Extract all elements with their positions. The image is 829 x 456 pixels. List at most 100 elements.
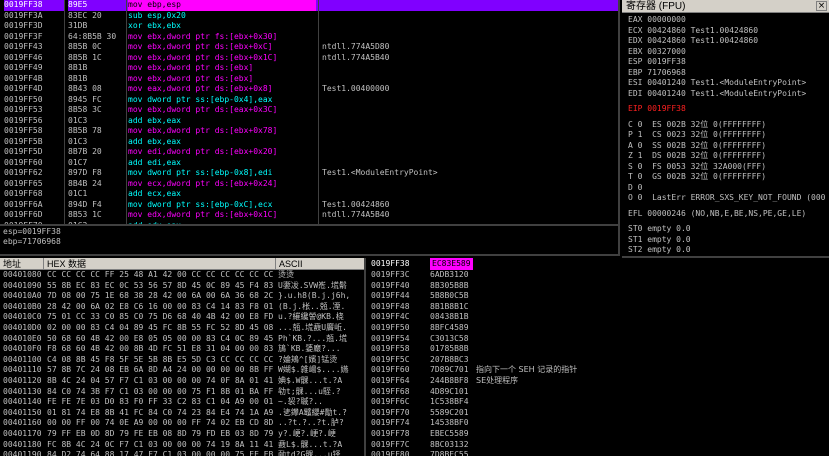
flag-line[interactable]: D 0 [622, 183, 829, 194]
stack-row[interactable]: 0019FF60 7D89C701 指向下一个 SEH 记录的指针 [368, 365, 829, 376]
stack-top-row[interactable]: 0019FF38 EC83E589 [368, 258, 829, 270]
flag-line[interactable]: T 0 GS 002B 32位 0(FFFFFFFF) [622, 172, 829, 183]
flag-line[interactable]: S 0 FS 0053 32位 32A000(FFF) [622, 162, 829, 173]
disasm-address: 0019FF4D [4, 84, 43, 93]
fpu-register[interactable]: ST1 empty 0.0 [622, 235, 829, 246]
stack-row[interactable]: 0019FF68 4D89C101 [368, 387, 829, 398]
register-line[interactable]: ECX 00424860 Test1.00424860 [622, 26, 829, 37]
stack-row[interactable]: 0019FF70 5589C201 [368, 408, 829, 419]
dump-row[interactable]: 004010A0 7D 08 00 75 1E 68 38 28 42 00 6A… [0, 291, 364, 302]
dump-row[interactable]: 00401120 8B 4C 24 04 57 F7 C1 03 00 00 00… [0, 376, 364, 387]
eip-register[interactable]: EIP 0019FF38 [622, 104, 829, 115]
dump-header-hex[interactable]: HEX 数据 [44, 258, 276, 270]
stack-row[interactable]: 0019FF40 8B305B8B [368, 281, 829, 292]
disasm-row[interactable]: 0019FF50 8945 FC mov dword ptr ss:[ebp-0x4… [0, 95, 618, 106]
flag-line[interactable]: O 0 LastErr ERROR_SXS_KEY_NOT_FOUND (000 [622, 193, 829, 204]
fpu-register[interactable]: ST2 empty 0.0 [622, 245, 829, 256]
register-line[interactable]: EBP 71706968 [622, 68, 829, 79]
stack-comment: SE处理程序 [476, 375, 519, 385]
register-line[interactable]: ESP 0019FF38 [622, 57, 829, 68]
close-icon[interactable]: × [816, 1, 827, 11]
dump-row[interactable]: 004010B0 28 42 00 6A 02 E8 C6 16 00 00 83… [0, 302, 364, 313]
efl-register[interactable]: EFL 00000246 (NO,NB,E,BE,NS,PE,GE,LE) [622, 209, 829, 220]
registers-pane[interactable]: 寄存器 (FPU) × EAX 00000000 ECX 00424860 Tes… [622, 0, 829, 258]
dump-row[interactable]: 004010D0 02 00 00 83 C4 04 89 45 FC 8B 55… [0, 323, 364, 334]
disasm-row[interactable]: 0019FF4D 8B43 08 mov eax,dword ptr ds:[ebx… [0, 84, 618, 95]
disasm-row[interactable]: 0019FF56 01C3 add ebx,eax [0, 116, 618, 127]
dump-row[interactable]: 00401090 55 8B EC 83 EC 0C 53 56 57 8D 45… [0, 281, 364, 292]
dump-row[interactable]: 00401190 84 D2 74 64 88 17 47 F7 C1 03 00… [0, 450, 364, 456]
dump-row[interactable]: 004010E0 50 68 60 4B 42 00 E8 05 05 00 00… [0, 334, 364, 345]
disasm-row[interactable]: 0019FF58 8B5B 78 mov ebx,dword ptr ds:[ebx… [0, 126, 618, 137]
disasm-row[interactable]: 0019FF6A 894D F4 mov dword ptr ss:[ebp-0xC… [0, 200, 618, 211]
stack-value: 5B8B0C5B [430, 291, 469, 301]
disasm-row[interactable]: 0019FF5D 8B7B 20 mov edi,dword ptr ds:[ebx… [0, 147, 618, 158]
stack-row[interactable]: 0019FF74 14538BF0 [368, 418, 829, 429]
stack-row[interactable]: 0019FF5C 207B8BC3 [368, 355, 829, 366]
flag-line[interactable]: A 0 SS 002B 32位 0(FFFFFFFF) [622, 141, 829, 152]
disasm-row[interactable]: 0019FF49 8B1B mov ebx,dword ptr ds:[ebx] [0, 63, 618, 74]
disasm-hex: 83EC 20 [68, 10, 102, 20]
register-line[interactable]: EAX 00000000 [622, 15, 829, 26]
memory-dump-pane[interactable]: 地址 HEX 数据 ASCII 00401080 CC CC CC CC FF 2… [0, 258, 366, 456]
dump-row[interactable]: 00401080 CC CC CC CC FF 25 48 A1 42 00 CC… [0, 270, 364, 281]
dump-row[interactable]: 00401160 00 00 FF 00 74 0E A9 00 00 00 FF… [0, 418, 364, 429]
stack-pane[interactable]: 0019FF38 EC83E589 0019FF3C 6ADB3120 0019FF… [368, 258, 829, 456]
stack-row[interactable]: 0019FF6C 1C538BF4 [368, 397, 829, 408]
fpu-register[interactable]: ST0 empty 0.0 [622, 224, 829, 235]
dump-address: 00401180 [3, 439, 42, 449]
stack-row[interactable]: 0019FF3C 6ADB3120 [368, 270, 829, 281]
register-line[interactable]: EBX 00327000 [622, 47, 829, 58]
dump-row[interactable]: 00401100 C4 08 8B 45 F8 5F 5E 5B 8B E5 5D… [0, 355, 364, 366]
dump-row[interactable]: 004010C0 75 01 CC 33 C0 85 C0 75 D6 68 40… [0, 312, 364, 323]
stack-row[interactable]: 0019FF54 C3013C58 [368, 334, 829, 345]
stack-row[interactable]: 0019FF7C 8BC03132 [368, 440, 829, 451]
stack-top-val: EC83E589 [430, 258, 473, 270]
disasm-row[interactable]: 0019FF62 897D F8 mov dword ptr ss:[ebp-0x8… [0, 168, 618, 179]
stack-value: 8BC03132 [430, 439, 469, 449]
dump-hex-bytes: 50 68 60 4B 42 00 E8 05 05 00 00 83 C4 0… [47, 333, 274, 343]
stack-row[interactable]: 0019FF50 8BFC4589 [368, 323, 829, 334]
disasm-hex: 8B5B 0C [68, 42, 102, 51]
disasm-row[interactable]: 0019FF43 8B5B 0C mov ebx,dword ptr ds:[ebx… [0, 42, 618, 53]
stack-row[interactable]: 0019FF78 EBEC5589 [368, 429, 829, 440]
disassembly-pane[interactable]: 0019FF38 89E5 mov ebp,esp 0019FF3A 83EC 20 su… [0, 0, 620, 226]
dump-row[interactable]: 00401150 01 81 74 E8 8B 41 FC 84 C0 74 23… [0, 408, 364, 419]
stack-row[interactable]: 0019FF4C 08438B1B [368, 312, 829, 323]
dump-row[interactable]: 00401180 FC 8B 4C 24 0C F7 C1 03 00 00 00… [0, 440, 364, 451]
register-line[interactable]: ESI 00401240 Test1.<ModuleEntryPoint> [622, 78, 829, 89]
flag-line[interactable]: P 1 CS 0023 32位 0(FFFFFFFF) [622, 130, 829, 141]
dump-row[interactable]: 00401170 79 FF EB 0D 8D 79 FE EB 08 8D 79… [0, 429, 364, 440]
flag-line[interactable]: Z 1 DS 002B 32位 0(FFFFFFFF) [622, 151, 829, 162]
stack-row[interactable]: 0019FF44 5B8B0C5B [368, 291, 829, 302]
disasm-row[interactable]: 0019FF3F 64:8B5B 30 mov ebx,dword ptr fs:[… [0, 32, 618, 43]
register-line[interactable]: EDX 00424860 Test1.00424860 [622, 36, 829, 47]
stack-row[interactable]: 0019FF64 244B8BF8 SE处理程序 [368, 376, 829, 387]
disasm-address: 0019FF46 [4, 52, 43, 62]
dump-row[interactable]: 004010F0 F8 68 60 4B 42 00 8B 4D FC 51 E8… [0, 344, 364, 355]
dump-header-ascii[interactable]: ASCII [276, 258, 364, 270]
disasm-address: 0019FF58 [4, 126, 43, 135]
register-line[interactable]: EDI 00401240 Test1.<ModuleEntryPoint> [622, 89, 829, 100]
disasm-row[interactable]: 0019FF53 8B58 3C mov ebx,dword ptr ds:[eax… [0, 105, 618, 116]
disasm-row[interactable]: 0019FF3A 83EC 20 sub esp,0x20 [0, 11, 618, 22]
disasm-row[interactable]: 0019FF38 89E5 mov ebp,esp [0, 0, 618, 11]
dump-row[interactable]: 00401140 FE FE 7E 03 D0 83 F0 FF 33 C2 83… [0, 397, 364, 408]
stack-row[interactable]: 0019FF80 7D8BEC55 [368, 450, 829, 456]
disasm-row[interactable]: 0019FF46 8B5B 1C mov ebx,dword ptr ds:[ebx… [0, 53, 618, 64]
disasm-row[interactable]: 0019FF65 8B4B 24 mov ecx,dword ptr ds:[ebx… [0, 179, 618, 190]
flag-line[interactable]: C 0 ES 002B 32位 0(FFFFFFFF) [622, 120, 829, 131]
stack-row[interactable]: 0019FF58 01785B8B [368, 344, 829, 355]
disasm-row[interactable]: 0019FF3D 31DB xor ebx,ebx [0, 21, 618, 32]
disasm-row[interactable]: 0019FF4B 8B1B mov ebx,dword ptr ds:[ebx] [0, 74, 618, 85]
disasm-row[interactable]: 0019FF5B 01C3 add ebx,eax [0, 137, 618, 148]
dump-ascii: 烫烫 [278, 270, 294, 279]
disasm-row[interactable]: 0019FF6D 8B53 1C mov edx,dword ptr ds:[ebx… [0, 210, 618, 221]
disasm-row[interactable]: 0019FF68 01C1 add ecx,eax [0, 189, 618, 200]
stack-row[interactable]: 0019FF48 8B1B8B1C [368, 302, 829, 313]
dump-row[interactable]: 00401110 57 8B 7C 24 08 EB 6A 8D A4 24 00… [0, 365, 364, 376]
dump-row[interactable]: 00401130 84 C0 74 3B F7 C1 03 00 00 00 75… [0, 387, 364, 398]
dump-header-addr[interactable]: 地址 [0, 258, 44, 270]
disasm-row[interactable]: 0019FF60 01C7 add edi,eax [0, 158, 618, 169]
dump-address: 004010E0 [3, 333, 42, 343]
